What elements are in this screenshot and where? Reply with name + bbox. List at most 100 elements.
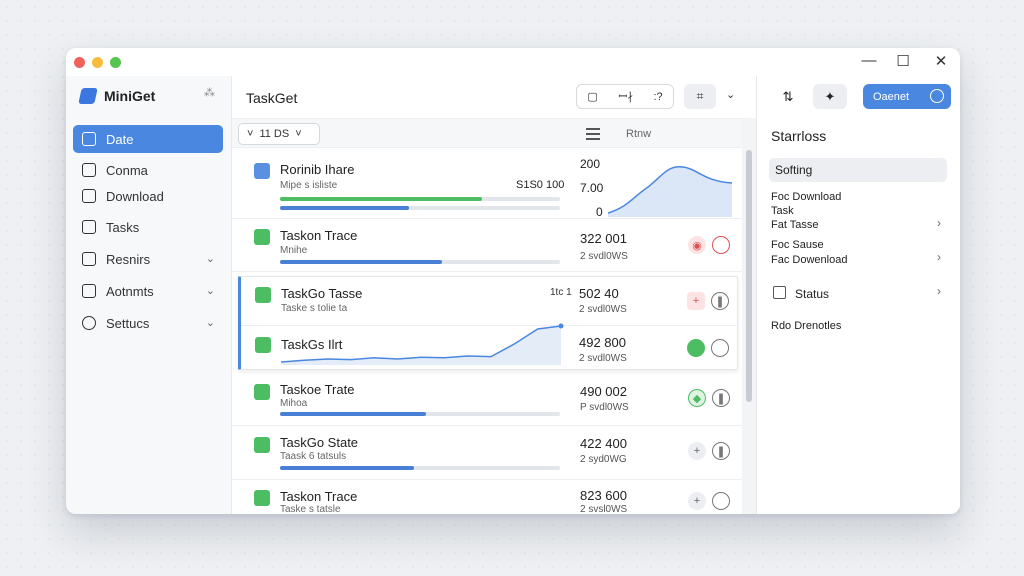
chat-icon[interactable]: ▢ <box>587 90 597 103</box>
task-speed: 2 svdl0WS <box>579 304 627 315</box>
panel-group-line[interactable]: Fat Tasse <box>771 219 819 231</box>
help-icon[interactable]: :? <box>653 91 662 103</box>
view-segmented-control[interactable]: ▢ ꟷ∤ :? <box>576 84 674 109</box>
gear-icon <box>82 316 96 330</box>
status-item[interactable]: Status <box>795 287 829 301</box>
task-icon <box>254 490 270 506</box>
scrollbar[interactable] <box>742 118 756 514</box>
minimize-button[interactable]: — <box>858 52 880 69</box>
task-subtitle: Mnihe <box>280 245 308 256</box>
columns-icon[interactable]: ꟷ∤ <box>618 89 632 104</box>
task-row-selected[interactable]: TaskGo Tasse Taske s tolie ta 1tc 1 502 … <box>238 276 738 370</box>
task-size: 492 800 <box>579 335 626 350</box>
speed-sparkline <box>608 166 732 217</box>
stop-button[interactable] <box>711 339 729 357</box>
titlebar: — ☐ ✕ <box>66 48 960 76</box>
chevron-right-icon[interactable]: › <box>937 216 941 230</box>
transfer-button[interactable]: ⇅ <box>771 84 805 109</box>
maximize-button[interactable]: ☐ <box>892 52 914 70</box>
progress-bar <box>280 197 560 201</box>
sidebar-item-label: Conma <box>106 162 148 178</box>
panel-group-line: Task <box>771 205 794 217</box>
add-icon[interactable]: + <box>687 292 705 310</box>
sidebar-item-label: Aotnmts <box>106 283 154 299</box>
transfer-icon: ⇅ <box>782 88 794 104</box>
task-icon <box>254 437 270 453</box>
chart-tick-label: 200 <box>580 157 601 171</box>
minimize-traffic-light[interactable] <box>92 57 103 68</box>
task-icon <box>255 337 271 353</box>
app-name: MiniGet <box>104 88 156 104</box>
sidebar-item-aotnmts[interactable]: Aotnmts ⌄ <box>73 277 223 305</box>
progress-fill <box>280 466 415 470</box>
pause-button[interactable]: ❚ <box>712 442 730 460</box>
sort-label[interactable]: Rtnw <box>626 128 651 140</box>
pause-button[interactable]: ❚ <box>711 292 729 310</box>
main-panel: TaskGet ▢ ꟷ∤ :? ⌗ ⌄ ˅ 11 DS ˅ Rtnw Rorin… <box>232 76 756 514</box>
filter-dropdown[interactable]: ˅ 11 DS ˅ <box>238 123 320 145</box>
window-icon <box>82 284 96 298</box>
sidebar-item-label: Settucs <box>106 315 150 331</box>
progress-bar <box>280 206 560 210</box>
chevron-down-icon: ⌄ <box>205 317 215 329</box>
task-size: 823 600 <box>580 488 627 503</box>
task-title: Rorinib Ihare <box>280 162 355 177</box>
task-row[interactable]: Rorinib Ihare Mipe s isliste S1S0 100 20… <box>232 149 742 219</box>
progress-fill <box>280 412 426 416</box>
sidebar-menu-icon[interactable]: ⁂ <box>204 86 215 99</box>
chevron-down-icon: ˅ <box>295 128 302 140</box>
chart-tick-label: 0 <box>596 205 603 219</box>
task-speed: 2 svdl0WS <box>580 251 628 262</box>
task-row[interactable]: Taskon Trace Mnihe 322 001 2 svdl0WS ◉ <box>232 219 742 272</box>
task-speed: P svdl0WS <box>580 402 629 413</box>
panel-group-line: Foc Sause <box>771 239 824 251</box>
add-icon[interactable]: + <box>688 492 706 510</box>
file-icon <box>82 189 96 203</box>
task-row[interactable]: Taskon Trace Taske s tatsle 823 600 2 sv… <box>232 480 742 514</box>
grid-icon <box>82 132 96 146</box>
chart-button[interactable]: ⌗ <box>684 84 716 109</box>
task-size: 322 001 <box>580 231 627 246</box>
stop-button[interactable] <box>712 236 730 254</box>
filter-value: 11 DS <box>259 128 290 140</box>
close-traffic-light[interactable] <box>74 57 85 68</box>
panel-group-line[interactable]: Fac Dowenload <box>771 254 847 266</box>
sidebar-item-tasks[interactable]: Tasks <box>73 213 223 241</box>
scrollbar-thumb[interactable] <box>746 150 752 402</box>
sparkle-button[interactable]: ✦ <box>813 84 847 109</box>
pause-button[interactable]: ❚ <box>712 389 730 407</box>
chevron-down-icon[interactable]: ⌄ <box>726 88 735 101</box>
sidebar-item-download[interactable]: Download <box>73 182 223 210</box>
eye-icon[interactable]: ◉ <box>688 236 706 254</box>
close-button[interactable]: ✕ <box>930 52 952 70</box>
panel-footer-link[interactable]: Rdo Drenotles <box>771 320 841 332</box>
chevron-right-icon[interactable]: › <box>937 250 941 264</box>
sidebar-item-settucs[interactable]: Settucs ⌄ <box>73 309 223 337</box>
primary-action-button[interactable]: Oaenet <box>863 84 951 109</box>
trend-end-point <box>558 323 564 329</box>
task-size: 490 002 <box>580 384 627 399</box>
shield-icon[interactable]: ◆ <box>688 389 706 407</box>
add-icon[interactable]: + <box>688 442 706 460</box>
page-title: TaskGet <box>246 90 298 106</box>
progress-bar <box>280 260 560 264</box>
doc-icon <box>82 252 96 266</box>
task-size: 502 40 <box>579 286 619 301</box>
sparkle-icon: ✦ <box>824 88 836 104</box>
sidebar-item-date[interactable]: Date <box>73 125 223 153</box>
zoom-traffic-light[interactable] <box>110 57 121 68</box>
task-icon <box>254 384 270 400</box>
task-badge: 1tc 1 <box>550 287 572 298</box>
stop-button[interactable] <box>712 492 730 510</box>
sidebar-item-conma[interactable]: Conma <box>73 156 223 184</box>
task-icon <box>254 163 270 179</box>
chevron-right-icon[interactable]: › <box>937 284 941 298</box>
panel-setting-item[interactable]: Softing <box>769 158 947 182</box>
status-dot <box>687 339 705 357</box>
list-view-icon[interactable] <box>586 128 600 140</box>
circle-icon <box>930 89 944 103</box>
task-row[interactable]: TaskGo State Taask 6 tatsuls 422 400 2 s… <box>232 426 742 480</box>
panel-group-line: Foc Download <box>771 191 842 203</box>
sidebar-item-resnirs[interactable]: Resnirs ⌄ <box>73 245 223 273</box>
task-row[interactable]: Taskoe Trate Mihoa 490 002 P svdl0WS ◆ ❚ <box>232 374 742 426</box>
